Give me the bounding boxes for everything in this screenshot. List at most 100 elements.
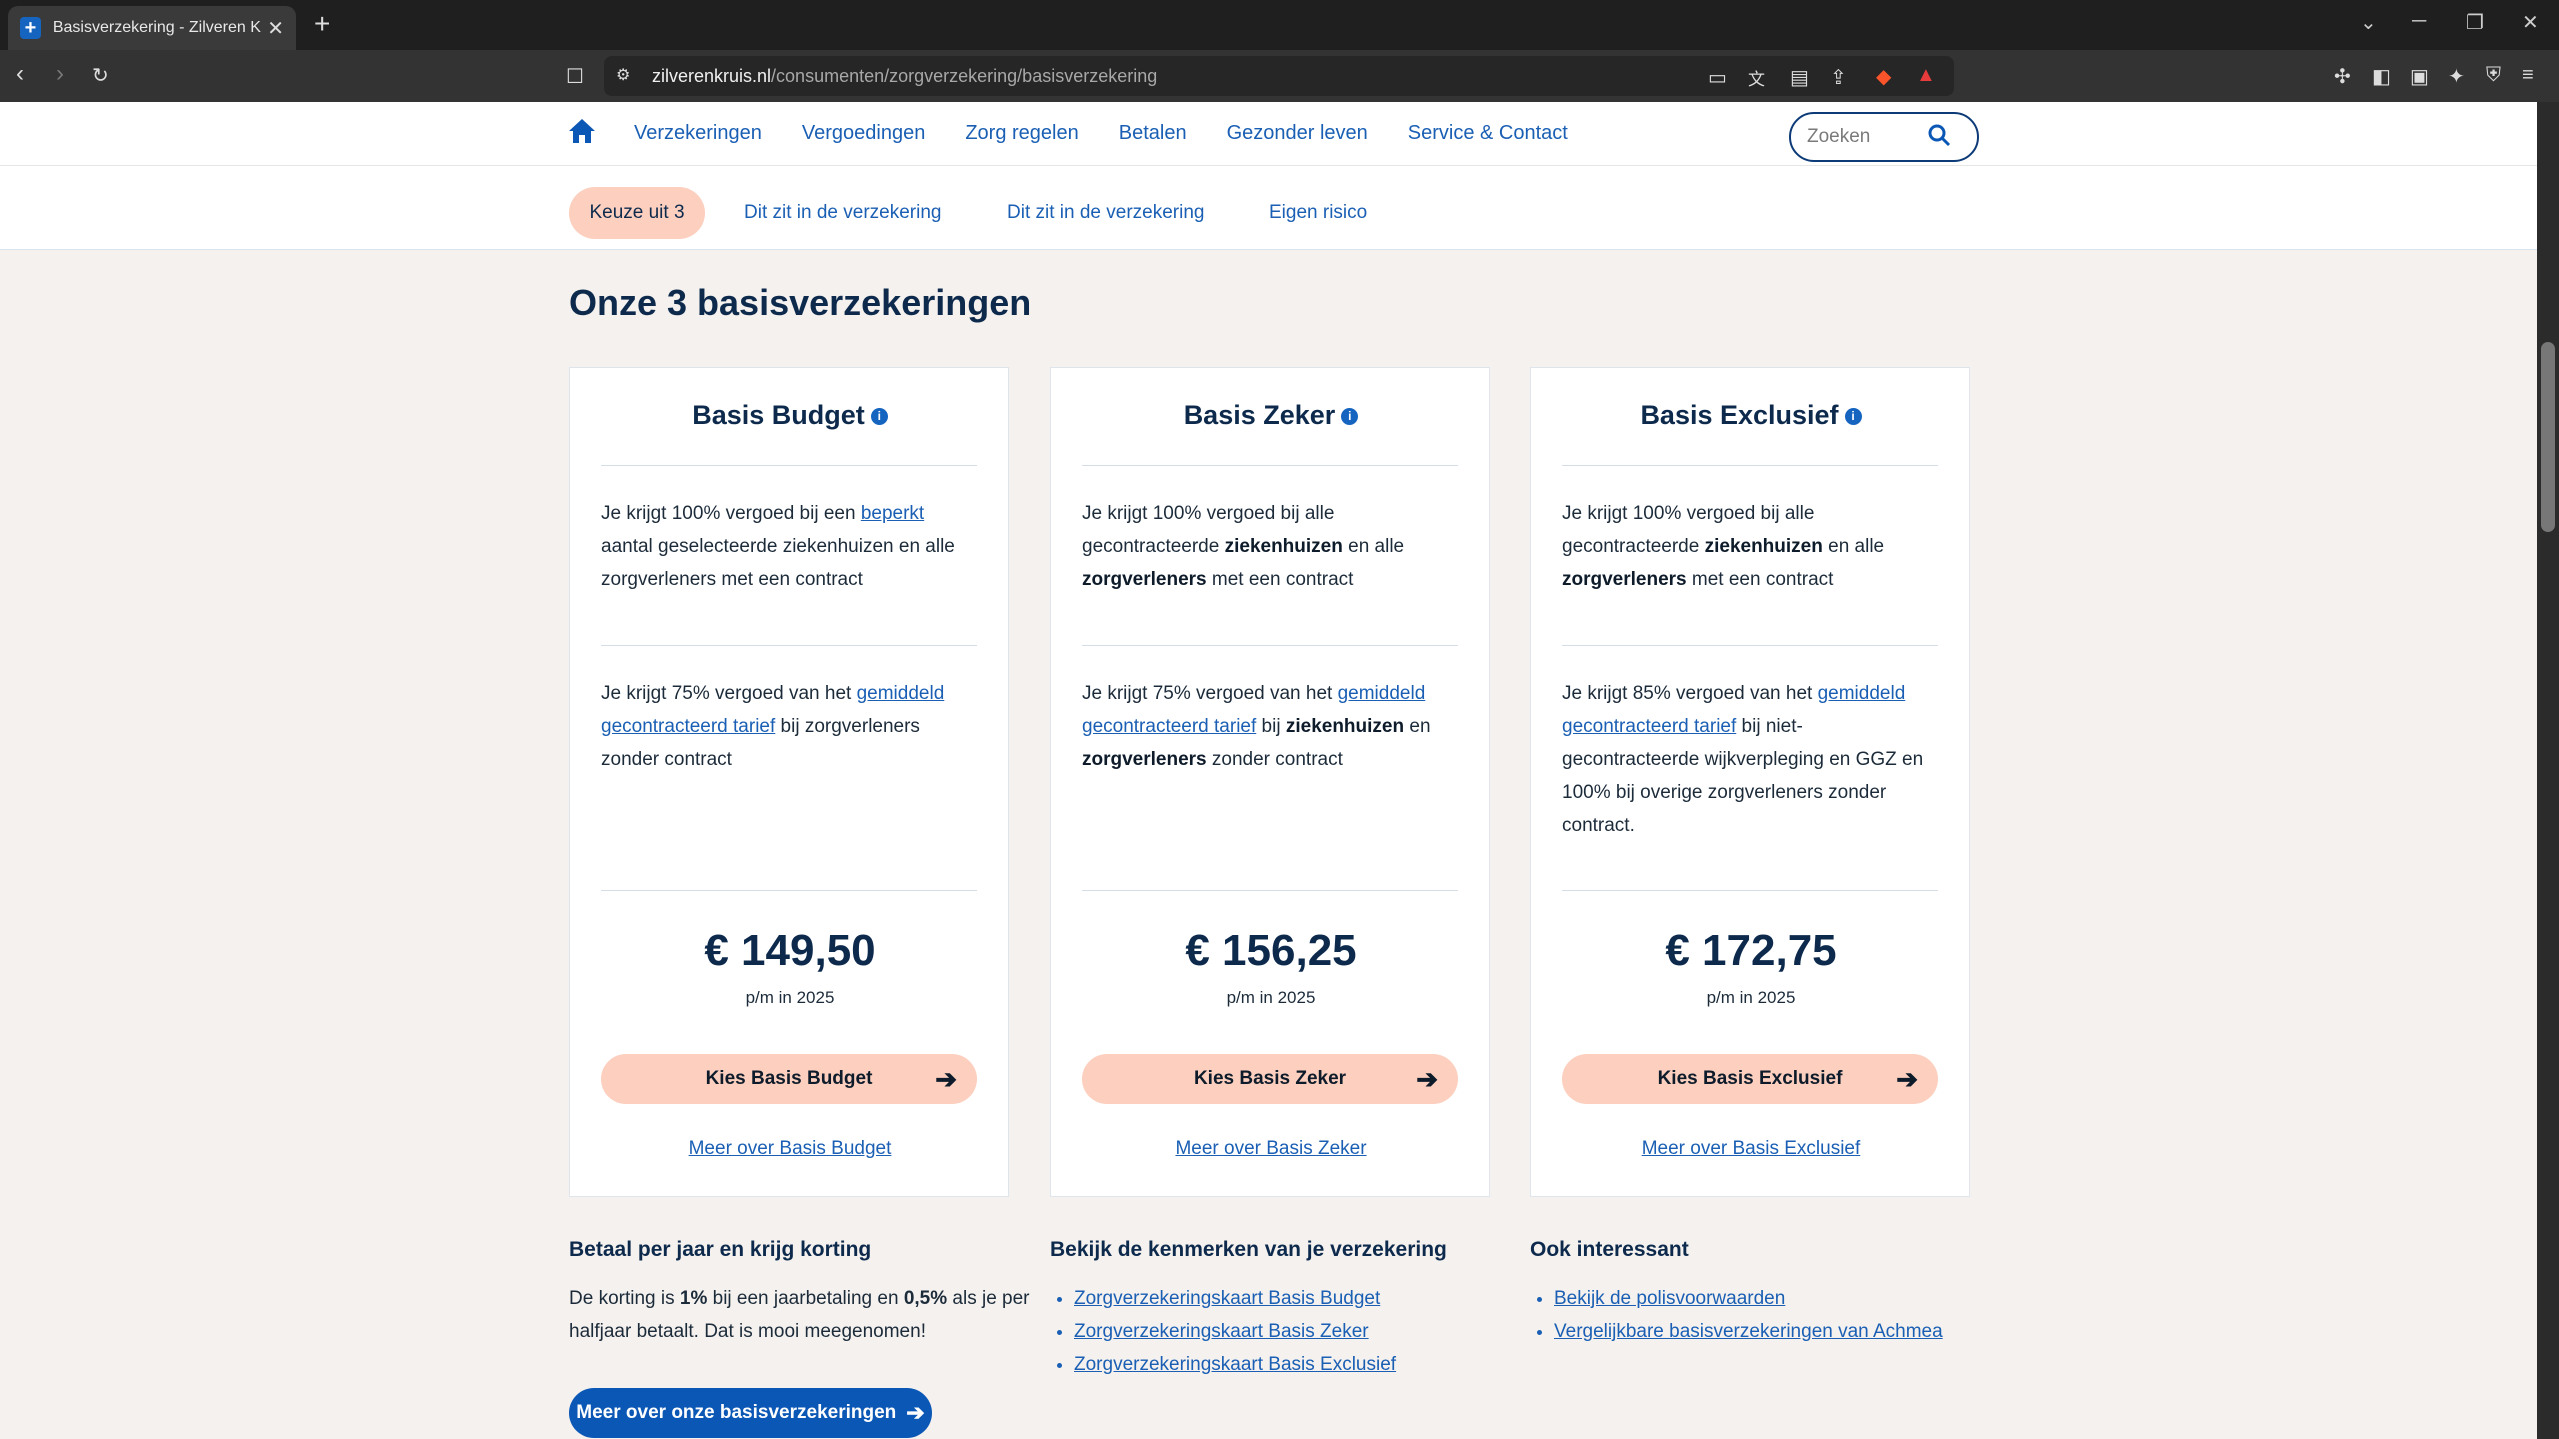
subnav-link-dit-zit-1[interactable]: Dit zit in de verzekering bbox=[744, 202, 941, 224]
nav-link-verzekeringen[interactable]: Verzekeringen bbox=[634, 122, 762, 145]
tab-list-icon[interactable]: ⌄ bbox=[2360, 10, 2377, 35]
text: bij een jaarbetaling en bbox=[707, 1288, 904, 1309]
nav-link-service-contact[interactable]: Service & Contact bbox=[1408, 122, 1568, 145]
nav-links: Verzekeringen Vergoedingen Zorg regelen … bbox=[634, 122, 1568, 145]
browser-toolbar: ‹ › ↻ ☐ ⚙ zilverenkruis.nl/consumenten/z… bbox=[0, 50, 2559, 102]
site-settings-icon[interactable]: ⚙ bbox=[616, 65, 630, 85]
button-label: Kies Basis Exclusief bbox=[1657, 1068, 1843, 1089]
price: € 156,25 bbox=[1185, 926, 1357, 975]
text: bij bbox=[1256, 716, 1286, 737]
divider bbox=[1562, 465, 1938, 466]
list-item: Bekijk de polisvoorwaarden bbox=[1554, 1282, 1943, 1315]
search-box[interactable]: Zoeken bbox=[1789, 112, 1979, 162]
card-coverage-no-contract: Je krijgt 85% vergoed van het gemiddeld … bbox=[1562, 677, 1938, 842]
beperkt-link[interactable]: beperkt bbox=[861, 503, 924, 524]
forward-icon[interactable]: › bbox=[56, 60, 64, 88]
list-item: Zorgverzekeringskaart Basis Zeker bbox=[1074, 1315, 1396, 1348]
meer-over-basis-budget-link[interactable]: Meer over Basis Budget bbox=[570, 1138, 1010, 1160]
page-scrollbar[interactable] bbox=[2537, 102, 2559, 1439]
kies-basis-exclusief-button[interactable]: Kies Basis Exclusief ➔ bbox=[1562, 1054, 1938, 1104]
list-item: Vergelijkbare basisverzekeringen van Ach… bbox=[1554, 1315, 1943, 1348]
divider bbox=[1562, 890, 1938, 891]
zorgverzekeringskaart-exclusief-link[interactable]: Zorgverzekeringskaart Basis Exclusief bbox=[1074, 1354, 1396, 1375]
wallet-icon[interactable]: ▣ bbox=[2410, 64, 2429, 89]
kies-basis-budget-button[interactable]: Kies Basis Budget ➔ bbox=[601, 1054, 977, 1104]
list-item: Zorgverzekeringskaart Basis Budget bbox=[1074, 1282, 1396, 1315]
cast-icon[interactable]: ▭ bbox=[1708, 65, 1727, 90]
text: zonder contract bbox=[1206, 749, 1343, 770]
zorgverzekeringskaart-zeker-link[interactable]: Zorgverzekeringskaart Basis Zeker bbox=[1074, 1321, 1369, 1342]
address-bar[interactable]: ⚙ zilverenkruis.nl/consumenten/zorgverze… bbox=[604, 56, 1954, 96]
text-bold: zorgverleners bbox=[1082, 569, 1207, 590]
scrollbar-thumb[interactable] bbox=[2541, 342, 2555, 532]
vpn-shield-icon[interactable]: ⛨ bbox=[2486, 64, 2501, 87]
meer-over-basis-zeker-link[interactable]: Meer over Basis Zeker bbox=[1051, 1138, 1491, 1160]
bookmark-icon[interactable]: ☐ bbox=[566, 64, 584, 89]
brave-shields-icon[interactable]: ◆ bbox=[1876, 64, 1891, 89]
info-icon[interactable]: i bbox=[1341, 408, 1359, 426]
zorgverzekeringskaart-budget-link[interactable]: Zorgverzekeringskaart Basis Budget bbox=[1074, 1288, 1380, 1309]
text-bold: 0,5% bbox=[903, 1288, 948, 1309]
price: € 149,50 bbox=[704, 926, 876, 975]
button-label: Meer over onze basisverzekeringen bbox=[576, 1402, 897, 1423]
text-bold: ziekenhuizen bbox=[1704, 536, 1823, 557]
subnav-link-eigen-risico[interactable]: Eigen risico bbox=[1269, 202, 1367, 224]
tab-close-icon[interactable]: ✕ bbox=[267, 16, 284, 41]
info-icon[interactable]: i bbox=[870, 408, 888, 426]
close-window-icon[interactable]: ✕ bbox=[2522, 10, 2539, 35]
card-coverage-contract: Je krijgt 100% vergoed bij een beperkt a… bbox=[601, 497, 977, 596]
text: en alle bbox=[1342, 536, 1405, 557]
reload-icon[interactable]: ↻ bbox=[92, 63, 109, 88]
achmea-link[interactable]: Vergelijkbare basisverzekeringen van Ach… bbox=[1554, 1321, 1943, 1342]
home-icon[interactable] bbox=[568, 118, 596, 149]
sidebar-icon[interactable]: ◧ bbox=[2372, 64, 2391, 89]
card-title: Basis Exclusief i bbox=[1531, 400, 1971, 431]
text: Je krijgt 100% vergoed bij een bbox=[601, 503, 861, 524]
search-input[interactable]: Zoeken bbox=[1807, 126, 1927, 148]
text: en alle bbox=[1822, 536, 1885, 557]
back-icon[interactable]: ‹ bbox=[16, 60, 24, 88]
leo-ai-icon[interactable]: ✦ bbox=[2448, 64, 2465, 89]
extensions-icon[interactable]: ✣ bbox=[2334, 64, 2351, 89]
brave-rewards-icon[interactable]: ▲ bbox=[1916, 64, 1936, 87]
url-domain: zilverenkruis.nl bbox=[652, 65, 772, 86]
nav-link-zorg-regelen[interactable]: Zorg regelen bbox=[965, 122, 1078, 145]
site-main-nav: Verzekeringen Vergoedingen Zorg regelen … bbox=[0, 102, 2537, 166]
card-title-text: Basis Exclusief bbox=[1640, 400, 1839, 430]
page-title: Onze 3 basisverzekeringen bbox=[569, 282, 1032, 323]
text-bold: zorgverleners bbox=[1562, 569, 1687, 590]
kenmerken-heading: Bekijk de kenmerken van je verzekering bbox=[1050, 1238, 1447, 1261]
price: € 172,75 bbox=[1665, 926, 1837, 975]
divider bbox=[1082, 645, 1458, 646]
nav-link-gezonder-leven[interactable]: Gezonder leven bbox=[1227, 122, 1368, 145]
info-icon[interactable]: i bbox=[1844, 408, 1862, 426]
ook-interessant-heading: Ook interessant bbox=[1530, 1238, 1689, 1261]
browser-tab-bar: + Basisverzekering - Zilveren Kruis ✕ + … bbox=[0, 0, 2559, 50]
nav-link-vergoedingen[interactable]: Vergoedingen bbox=[802, 122, 925, 145]
reader-mode-icon[interactable]: ▤ bbox=[1790, 65, 1809, 90]
text: Je krijgt 75% vergoed van het bbox=[1082, 683, 1338, 704]
subnav-link-dit-zit-2[interactable]: Dit zit in de verzekering bbox=[1007, 202, 1204, 224]
nav-link-betalen[interactable]: Betalen bbox=[1119, 122, 1187, 145]
price-period: p/m in 2025 bbox=[1226, 988, 1316, 1007]
divider bbox=[601, 465, 977, 466]
translate-icon[interactable]: 文 bbox=[1748, 65, 1765, 90]
divider bbox=[1562, 645, 1938, 646]
menu-icon[interactable]: ≡ bbox=[2522, 64, 2534, 87]
browser-tab[interactable]: + Basisverzekering - Zilveren Kruis ✕ bbox=[8, 6, 296, 50]
search-icon[interactable] bbox=[1927, 123, 1951, 152]
ook-interessant-list: Bekijk de polisvoorwaarden Vergelijkbare… bbox=[1530, 1282, 1943, 1348]
minimize-icon[interactable]: ─ bbox=[2412, 10, 2426, 33]
text-bold: ziekenhuizen bbox=[1224, 536, 1343, 557]
kies-basis-zeker-button[interactable]: Kies Basis Zeker ➔ bbox=[1082, 1054, 1458, 1104]
restore-icon[interactable]: ❐ bbox=[2466, 10, 2484, 35]
text: met een contract bbox=[1206, 569, 1354, 590]
meer-over-basis-exclusief-link[interactable]: Meer over Basis Exclusief bbox=[1531, 1138, 1971, 1160]
polisvoorwaarden-link[interactable]: Bekijk de polisvoorwaarden bbox=[1554, 1288, 1785, 1309]
subnav-tab-keuze-uit-3[interactable]: Keuze uit 3 bbox=[569, 187, 705, 239]
discount-heading: Betaal per jaar en krijg korting bbox=[569, 1238, 872, 1261]
share-icon[interactable]: ⇪ bbox=[1830, 65, 1847, 90]
meer-over-basisverzekeringen-button[interactable]: Meer over onze basisverzekeringen ➔ bbox=[569, 1388, 932, 1438]
card-title-text: Basis Zeker bbox=[1183, 400, 1336, 430]
new-tab-icon[interactable]: + bbox=[314, 8, 330, 40]
